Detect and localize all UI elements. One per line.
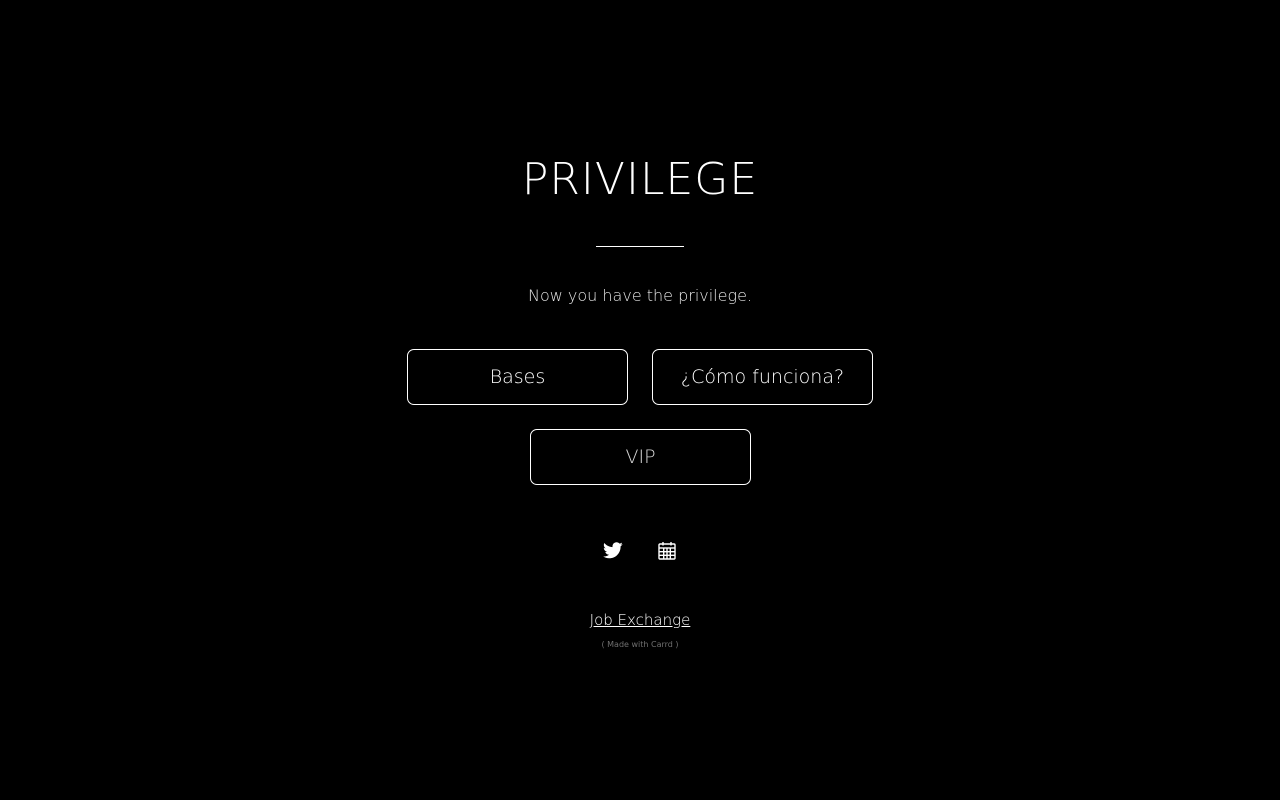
twitter-icon[interactable] [601,538,625,562]
page-title: PRIVILEGE [521,154,759,205]
social-icons [0,538,1280,562]
landing-page: PRIVILEGE Now you have the privilege. Ba… [0,0,1280,800]
job-exchange-link[interactable]: Job Exchange [590,611,691,629]
made-with-carrd-credit[interactable]: ( Made with Carrd ) [0,639,1280,651]
page-subtitle: Now you have the privilege. [527,286,752,305]
como-funciona-button[interactable]: ¿Cómo funciona? [652,349,873,405]
calendar-icon[interactable] [655,538,679,562]
bases-button[interactable]: Bases [407,349,628,405]
vip-button[interactable]: VIP [530,429,751,485]
title-divider [596,246,684,247]
footer-link-row: Job Exchange [0,610,1280,630]
